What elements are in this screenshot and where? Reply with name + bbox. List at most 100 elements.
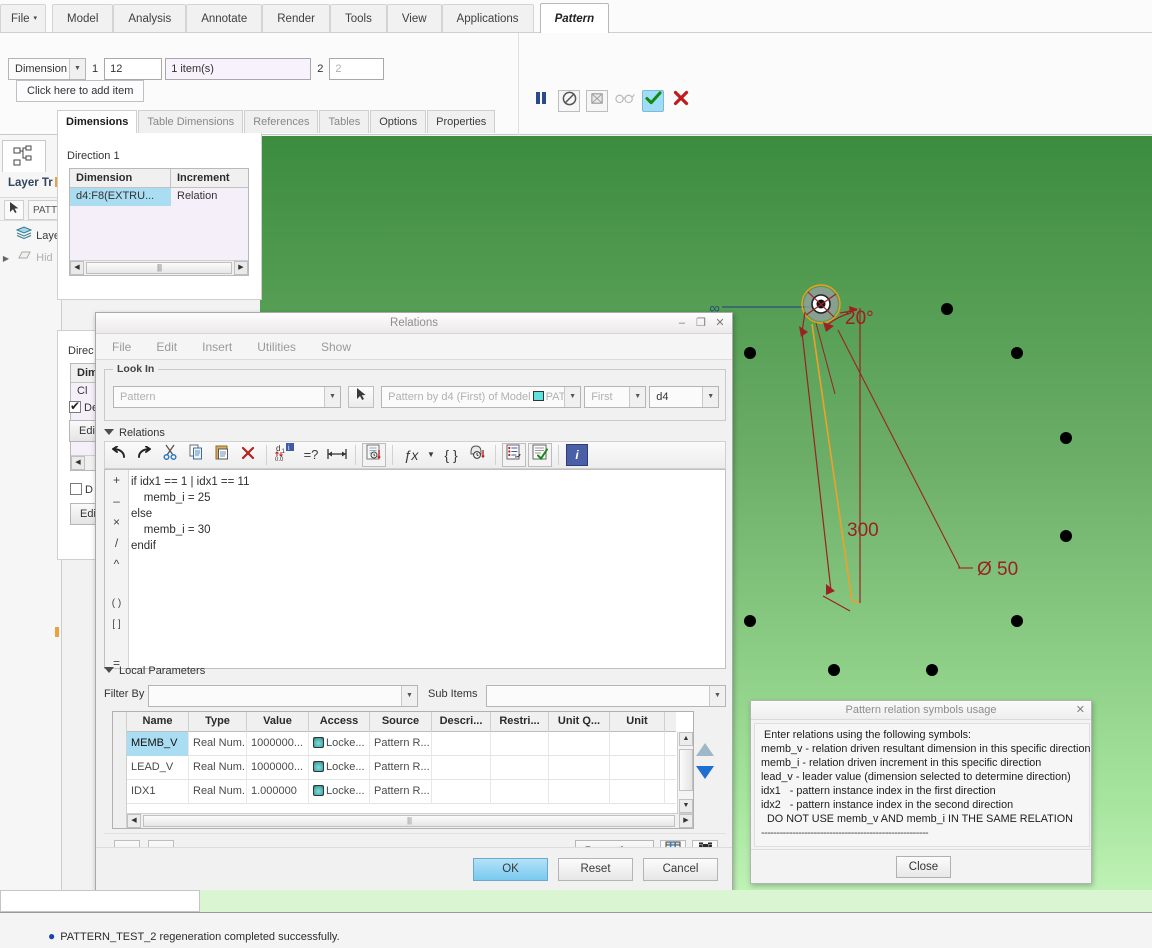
menu-insert[interactable]: Insert <box>191 334 243 360</box>
direction2-count-input[interactable]: 2 <box>329 58 385 80</box>
checkbox-icon[interactable] <box>69 399 81 413</box>
scroll-right-icon[interactable]: ▶ <box>679 814 693 828</box>
direction2-add-item-button[interactable]: Click here to add item <box>16 80 145 102</box>
cell-name[interactable]: MEMB_V <box>127 732 189 756</box>
cell-value[interactable]: 1.000000 <box>247 780 309 804</box>
stop-icon[interactable] <box>558 90 581 112</box>
scroll-thumb[interactable]: |||| <box>143 815 675 827</box>
table-row[interactable]: LEAD_V Real Num... 1000000... Locke... P… <box>127 756 676 780</box>
cell-source[interactable]: Pattern R... <box>370 780 432 804</box>
scroll-left-icon[interactable]: ◀ <box>71 456 85 470</box>
look-in-object-combo[interactable]: Pattern by d4 (First) of Model PATTE ▼ <box>381 386 582 408</box>
verify-relations-icon[interactable]: =? <box>298 442 324 468</box>
close-button[interactable]: Close <box>896 856 951 878</box>
filter-by-combo[interactable]: ▼ <box>148 685 418 707</box>
tab-properties[interactable]: Properties <box>427 110 496 133</box>
units-icon[interactable]: { } <box>438 442 464 468</box>
glasses-preview-icon[interactable] <box>614 90 636 112</box>
direction2-define-increment-checkbox[interactable]: D <box>70 483 93 496</box>
collapse-triangle-icon[interactable] <box>104 429 114 435</box>
ribbon-tab-applications[interactable]: Applications <box>441 4 534 32</box>
switch-dimensions-icon[interactable]: d 1 i 0.0 <box>272 442 298 468</box>
cell-source[interactable]: Pattern R... <box>370 756 432 780</box>
pattern-relation-symbols-dialog[interactable]: Pattern relation symbols usage ✕ Enter r… <box>750 700 1092 884</box>
relations-list-icon[interactable] <box>502 443 526 467</box>
tree-row-layers[interactable]: Layers <box>0 225 62 247</box>
chevron-down-icon[interactable]: ▼ <box>629 387 646 407</box>
tab-table-dimensions[interactable]: Table Dimensions <box>138 110 244 133</box>
operator-power[interactable]: ^ <box>105 554 128 575</box>
scroll-thumb[interactable] <box>679 749 693 791</box>
delete-icon[interactable] <box>235 442 261 468</box>
operator-divide[interactable]: / <box>105 533 128 554</box>
pattern-type-combo[interactable]: Dimension ▼ <box>8 58 86 80</box>
cell-unit-quantity[interactable] <box>549 756 610 780</box>
menu-show[interactable]: Show <box>310 334 362 360</box>
tree-row-hidden[interactable]: ▶ Hid <box>0 247 62 269</box>
direction1-count-input[interactable]: 12 <box>104 58 163 80</box>
operator-plus[interactable]: + <box>105 470 128 491</box>
operator-parentheses[interactable]: ( ) <box>105 593 128 614</box>
tab-references[interactable]: References <box>244 110 319 133</box>
check-relations-icon[interactable] <box>528 443 552 467</box>
ribbon-tab-pattern[interactable]: Pattern <box>539 3 610 33</box>
cell-access[interactable]: Locke... <box>309 780 370 804</box>
maximize-icon[interactable]: ❐ <box>693 313 709 334</box>
relations-editor[interactable]: + – × / ^ ( ) [ ] = if idx1 == 1 | idx1 … <box>104 469 726 670</box>
dimension-grid-row[interactable]: d4:F8(EXTRU... Relation <box>70 188 248 206</box>
paste-icon[interactable] <box>209 442 235 468</box>
cell-description[interactable] <box>432 780 491 804</box>
menu-file[interactable]: File <box>96 334 142 360</box>
cell-unit-quantity[interactable] <box>549 780 610 804</box>
ok-button[interactable]: OK <box>473 858 548 881</box>
relations-dialog[interactable]: Relations – ❐ ✕ File Edit Insert Utiliti… <box>95 312 733 892</box>
column-header-value[interactable]: Value <box>247 712 309 732</box>
cell-restrictions[interactable] <box>491 732 549 756</box>
look-in-direction-combo[interactable]: First ▼ <box>584 386 647 408</box>
cell-name[interactable]: LEAD_V <box>127 756 189 780</box>
cell-value[interactable]: 1000000... <box>247 732 309 756</box>
parameters-hscrollbar[interactable]: ◀ |||| ▶ <box>127 813 693 828</box>
chevron-down-icon[interactable]: ▼ <box>401 686 417 706</box>
operator-brackets[interactable]: [ ] <box>105 614 128 635</box>
cell-source[interactable]: Pattern R... <box>370 732 432 756</box>
cell-type[interactable]: Real Num... <box>189 780 247 804</box>
expander-icon[interactable]: ▶ <box>0 248 12 269</box>
ribbon-tab-render[interactable]: Render <box>262 4 330 32</box>
chevron-down-icon[interactable]: ▼ <box>702 387 719 407</box>
chevron-down-icon[interactable]: ▼ <box>564 387 581 407</box>
column-header-access[interactable]: Access <box>309 712 370 732</box>
cell-unit-quantity[interactable] <box>549 732 610 756</box>
cell-unit[interactable] <box>610 756 665 780</box>
move-down-icon[interactable] <box>696 766 714 779</box>
local-parameters-table[interactable]: Name Type Value Access Source Descri... … <box>112 711 694 829</box>
collapse-triangle-icon[interactable] <box>104 667 114 673</box>
scroll-up-icon[interactable]: ▲ <box>679 732 693 746</box>
model-tree-tab[interactable] <box>2 140 46 172</box>
close-icon[interactable]: ✕ <box>712 313 728 334</box>
scroll-left-icon[interactable]: ◀ <box>127 814 141 828</box>
operator-multiply[interactable]: × <box>105 512 128 533</box>
cut-icon[interactable] <box>157 442 183 468</box>
help-dialog-titlebar[interactable]: Pattern relation symbols usage ✕ <box>751 701 1091 720</box>
local-parameters-section-header[interactable]: Local Parameters <box>104 665 205 677</box>
cell-description[interactable] <box>432 756 491 780</box>
relations-section-header[interactable]: Relations <box>104 427 165 439</box>
dimension-bounds-icon[interactable] <box>324 442 350 468</box>
chevron-down-icon[interactable]: ▼ <box>69 59 85 79</box>
minimize-icon[interactable]: – <box>674 313 690 334</box>
ribbon-tab-tools[interactable]: Tools <box>329 4 387 32</box>
select-arrow-icon[interactable] <box>348 386 375 408</box>
close-icon[interactable]: ✕ <box>1076 701 1085 720</box>
cell-access[interactable]: Locke... <box>309 732 370 756</box>
ribbon-tab-view[interactable]: View <box>386 4 442 32</box>
cell-type[interactable]: Real Num... <box>189 756 247 780</box>
scroll-right-icon[interactable]: ▶ <box>234 261 248 275</box>
tab-dimensions[interactable]: Dimensions <box>57 110 138 133</box>
ribbon-tab-analysis[interactable]: Analysis <box>113 4 187 32</box>
chevron-down-icon[interactable]: ▼ <box>324 387 340 407</box>
cancel-button[interactable]: Cancel <box>643 858 718 881</box>
insert-from-file-icon[interactable] <box>362 443 386 467</box>
scroll-down-icon[interactable]: ▼ <box>679 799 693 813</box>
cell-access[interactable]: Locke... <box>309 756 370 780</box>
